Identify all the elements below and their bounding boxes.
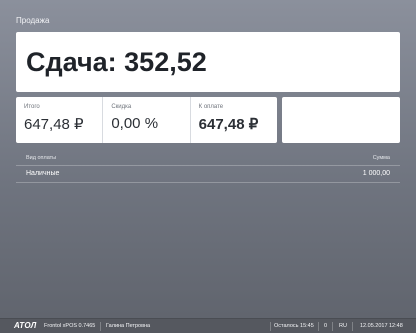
app-version: Frontol xPOS 0.7465 <box>44 323 96 329</box>
cashier-name: Галина Петровна <box>106 323 151 329</box>
page-title: Продажа <box>16 16 50 25</box>
due-cell: К оплате 647,48 ₽ <box>191 97 277 143</box>
due-label: К оплате <box>198 104 224 110</box>
due-value: 647,48 ₽ <box>198 116 259 133</box>
change-panel: Сдача: 352,52 <box>16 32 400 92</box>
totals-panel: Итого 647,48 ₽ Скидка 0,00 % К оплате 64… <box>16 97 277 143</box>
total-label: Итого <box>24 104 40 110</box>
column-header-type: Вид оплаты <box>26 155 57 161</box>
status-date: 12.05.2017 <box>360 323 388 329</box>
counter-value: 0 <box>324 323 328 329</box>
language-indicator[interactable]: RU <box>339 323 347 329</box>
atol-logo: АТОЛ <box>14 321 37 330</box>
side-panel <box>282 97 400 143</box>
status-bar: АТОЛ Frontol xPOS 0.7465 Галина Петровна… <box>0 318 416 333</box>
payment-type: Наличные <box>26 170 60 177</box>
discount-label: Скидка <box>111 104 132 110</box>
total-cell: Итого 647,48 ₽ <box>16 97 104 143</box>
discount-cell: Скидка 0,00 % <box>103 97 191 143</box>
table-row[interactable]: Наличные 1 000,00 <box>16 166 400 183</box>
column-header-sum: Сумма <box>372 155 390 161</box>
remaining-time: Осталось 15:45 <box>274 323 314 329</box>
payment-sum: 1 000,00 <box>362 170 390 177</box>
total-value: 647,48 ₽ <box>24 116 84 133</box>
status-time: 12:48 <box>389 323 403 329</box>
change-amount: Сдача: 352,52 <box>26 47 207 77</box>
discount-value: 0,00 % <box>111 115 159 132</box>
payments-table-header: Вид оплаты Сумма <box>16 155 400 166</box>
